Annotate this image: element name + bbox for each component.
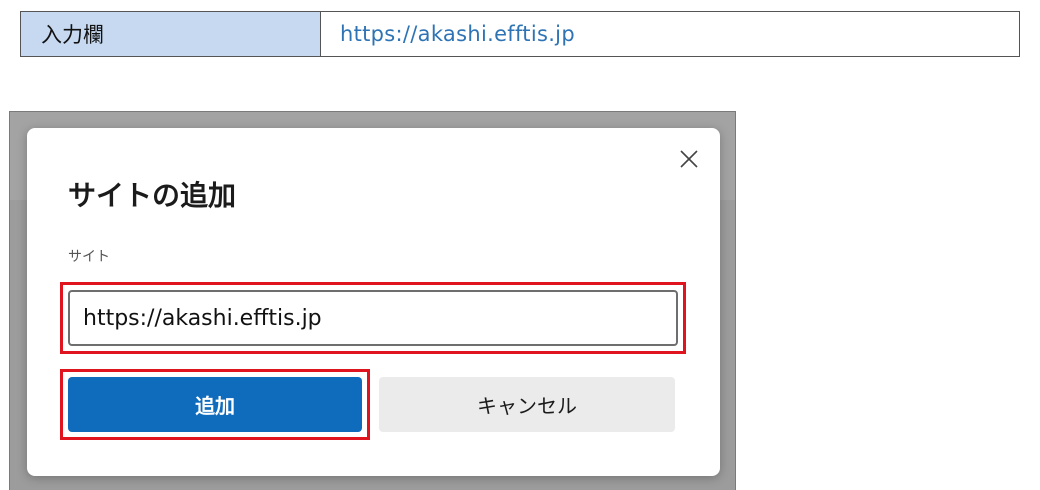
cancel-button[interactable]: キャンセル: [379, 377, 675, 432]
info-label: 入力欄: [21, 12, 321, 56]
screenshot-frame: サイトの追加 サイト 追加 キャンセル: [9, 111, 736, 490]
add-button[interactable]: 追加: [68, 377, 362, 432]
add-site-dialog: サイトの追加 サイト 追加 キャンセル: [27, 128, 720, 476]
dialog-title: サイトの追加: [68, 179, 237, 212]
site-field-label: サイト: [68, 249, 110, 265]
site-input[interactable]: [68, 290, 678, 346]
close-icon[interactable]: [676, 146, 702, 172]
info-table: 入力欄 https://akashi.efftis.jp: [20, 11, 1020, 57]
info-value-url: https://akashi.efftis.jp: [340, 22, 575, 46]
